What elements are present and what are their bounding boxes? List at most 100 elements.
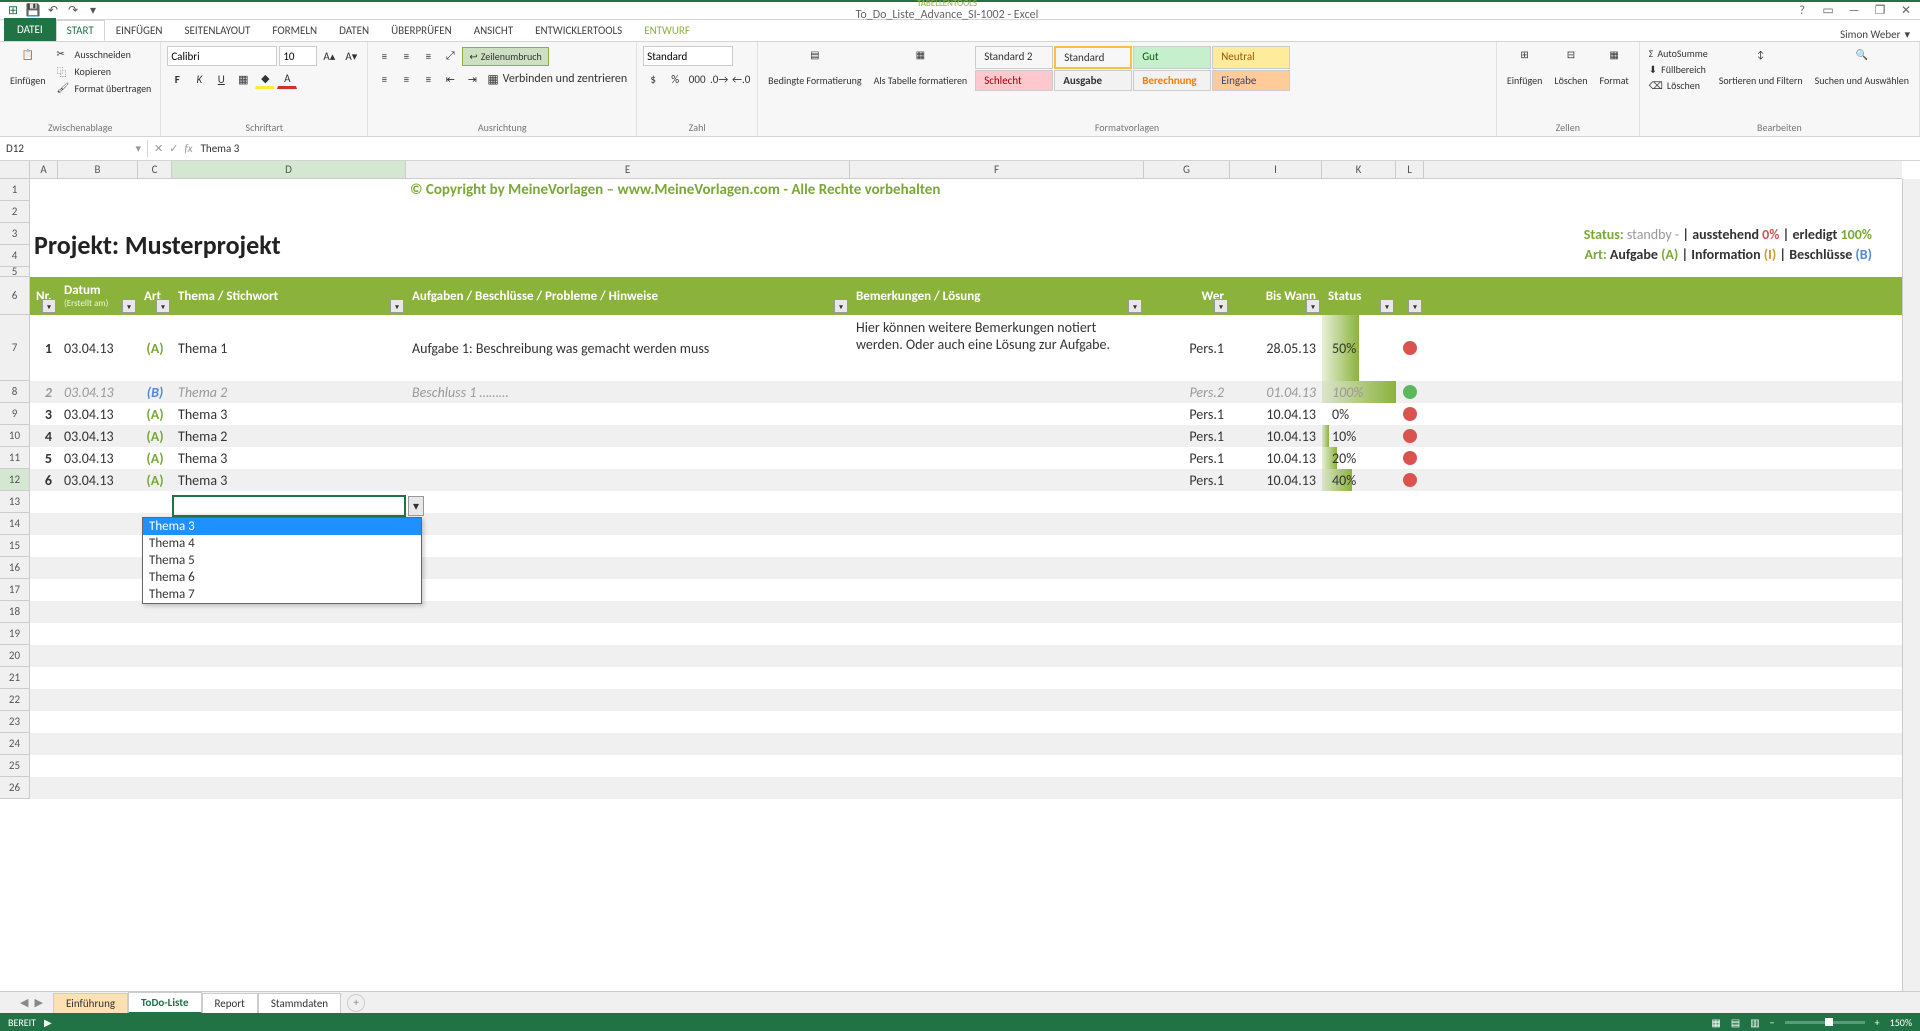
style-ausgabe[interactable]: Ausgabe [1054,70,1132,91]
empty-row[interactable] [30,711,1902,733]
cell-dropdown-button[interactable]: ▾ [408,496,424,516]
cell-wer[interactable]: Pers.1 [1144,425,1230,447]
merge-button[interactable]: ▦Verbinden und zentrieren [484,71,630,88]
cell-aufgabe[interactable] [406,447,850,469]
cell-bemerkung[interactable] [850,403,1144,425]
cell-datum[interactable]: 03.04.13 [58,469,138,491]
fill-color-icon[interactable]: ◆ [255,69,275,89]
add-sheet-button[interactable]: + [347,994,365,1012]
empty-row[interactable] [30,623,1902,645]
row-header-21[interactable]: 21 [0,667,29,689]
delete-cells-button[interactable]: ⊟Löschen [1550,46,1591,89]
filter-icon[interactable]: ▾ [1408,299,1422,313]
table-row[interactable]: 203.04.13(B)Thema 2Beschluss 1 ………Pers.2… [30,381,1902,403]
percent-icon[interactable]: % [665,69,685,89]
table-row[interactable]: 403.04.13(A)Thema 2Pers.110.04.1310% [30,425,1902,447]
row-header-3[interactable]: 3 [0,223,29,245]
decrease-decimal-icon[interactable]: ←.0 [731,69,751,89]
cell-nr[interactable]: 1 [30,315,58,381]
row-header-13[interactable]: 13 [0,491,29,513]
row-header-16[interactable]: 16 [0,557,29,579]
row-header-10[interactable]: 10 [0,425,29,447]
align-center-icon[interactable]: ≡ [396,69,416,89]
cell-art[interactable]: (A) [138,447,172,469]
cell-thema[interactable]: Thema 1 [172,315,406,381]
ribbon-options-icon[interactable]: ▭ [1818,3,1838,18]
col-header-d[interactable]: D [172,161,406,178]
cell-wer[interactable]: Pers.1 [1144,447,1230,469]
cell-aufgabe[interactable]: Aufgabe 1: Beschreibung was gemacht werd… [406,315,850,381]
cell-aufgabe[interactable] [406,403,850,425]
name-box[interactable]: D12▾ [0,140,148,157]
cell-wer[interactable]: Pers.1 [1144,403,1230,425]
zoom-slider[interactable] [1785,1021,1865,1024]
align-middle-icon[interactable]: ≡ [396,46,416,66]
align-top-icon[interactable]: ≡ [374,46,394,66]
select-all-corner[interactable] [0,161,30,179]
font-name-combo[interactable] [167,46,277,66]
sheet-tab-einfuehrung[interactable]: Einführung [53,993,128,1013]
cell-biswann[interactable]: 01.04.13 [1230,381,1322,403]
format-painter-button[interactable]: 🖌Format übertragen [54,80,155,96]
cell-thema[interactable]: Thema 3 [172,469,406,491]
filter-bis[interactable]: ▾ [1306,299,1320,313]
cell-datum[interactable]: 03.04.13 [58,381,138,403]
formula-input[interactable]: Thema 3 [201,142,240,155]
col-header-c[interactable]: C [138,161,172,178]
wrap-text-button[interactable]: ↩Zeilenumbruch [462,47,548,66]
font-color-icon[interactable]: A [277,69,297,89]
row-header-24[interactable]: 24 [0,733,29,755]
filter-thema[interactable]: ▾ [390,299,404,313]
underline-icon[interactable]: U [211,69,231,89]
tab-page-layout[interactable]: SEITENLAYOUT [173,20,261,41]
align-right-icon[interactable]: ≡ [418,69,438,89]
cell-status[interactable]: 50% [1322,315,1396,381]
cell-art[interactable]: (B) [138,381,172,403]
maximize-icon[interactable]: ❐ [1870,3,1890,18]
tab-data[interactable]: DATEN [328,20,380,41]
format-table-button[interactable]: ▦Als Tabelle formatieren [870,46,972,89]
cell-thema[interactable]: Thema 3 [172,403,406,425]
cell-art[interactable]: (A) [138,403,172,425]
style-berechnung[interactable]: Berechnung [1133,70,1211,91]
font-size-combo[interactable] [279,46,317,66]
indent-increase-icon[interactable]: ⇥ [462,69,482,89]
table-row[interactable]: 603.04.13(A)Thema 3Pers.110.04.1340% [30,469,1902,491]
row-header-22[interactable]: 22 [0,689,29,711]
filter-bem[interactable]: ▾ [1128,299,1142,313]
cell-bemerkung[interactable] [850,447,1144,469]
cell-wer[interactable]: Pers.1 [1144,469,1230,491]
cell-bemerkung[interactable] [850,469,1144,491]
clear-button[interactable]: ⌫Löschen [1646,78,1711,93]
cell-status[interactable]: 0% [1322,403,1396,425]
spreadsheet-grid[interactable]: A B C D E F G I K L 12345678910111213141… [0,161,1920,991]
help-icon[interactable]: ? [1792,4,1812,18]
cell-biswann[interactable]: 10.04.13 [1230,447,1322,469]
style-schlecht[interactable]: Schlecht [975,70,1053,91]
tab-insert[interactable]: EINFÜGEN [105,20,174,41]
number-format-combo[interactable] [643,46,733,66]
empty-row[interactable] [30,601,1902,623]
cell-datum[interactable]: 03.04.13 [58,447,138,469]
style-gut[interactable]: Gut [1133,46,1211,69]
align-left-icon[interactable]: ≡ [374,69,394,89]
row-header-8[interactable]: 8 [0,381,29,403]
cell-thema[interactable]: Thema 3 [172,447,406,469]
fx-icon[interactable]: fx [184,142,192,155]
orientation-icon[interactable]: ⤢ [440,46,460,66]
border-icon[interactable]: ▦ [233,69,253,89]
row-header-14[interactable]: 14 [0,513,29,535]
view-layout-icon[interactable]: ▤ [1731,1016,1740,1029]
copy-button[interactable]: ⿻Kopieren [54,63,155,79]
empty-row[interactable] [30,667,1902,689]
cell-aufgabe[interactable]: Beschluss 1 ……… [406,381,850,403]
cell-datum[interactable]: 03.04.13 [58,315,138,381]
cell-nr[interactable]: 2 [30,381,58,403]
col-header-e[interactable]: E [406,161,850,178]
view-normal-icon[interactable]: ▦ [1711,1016,1720,1029]
cancel-formula-icon[interactable]: ✕ [154,142,163,155]
cell-wer[interactable]: Pers.1 [1144,315,1230,381]
row-header-15[interactable]: 15 [0,535,29,557]
vertical-scrollbar[interactable] [1902,179,1920,991]
col-header-b[interactable]: B [58,161,138,178]
